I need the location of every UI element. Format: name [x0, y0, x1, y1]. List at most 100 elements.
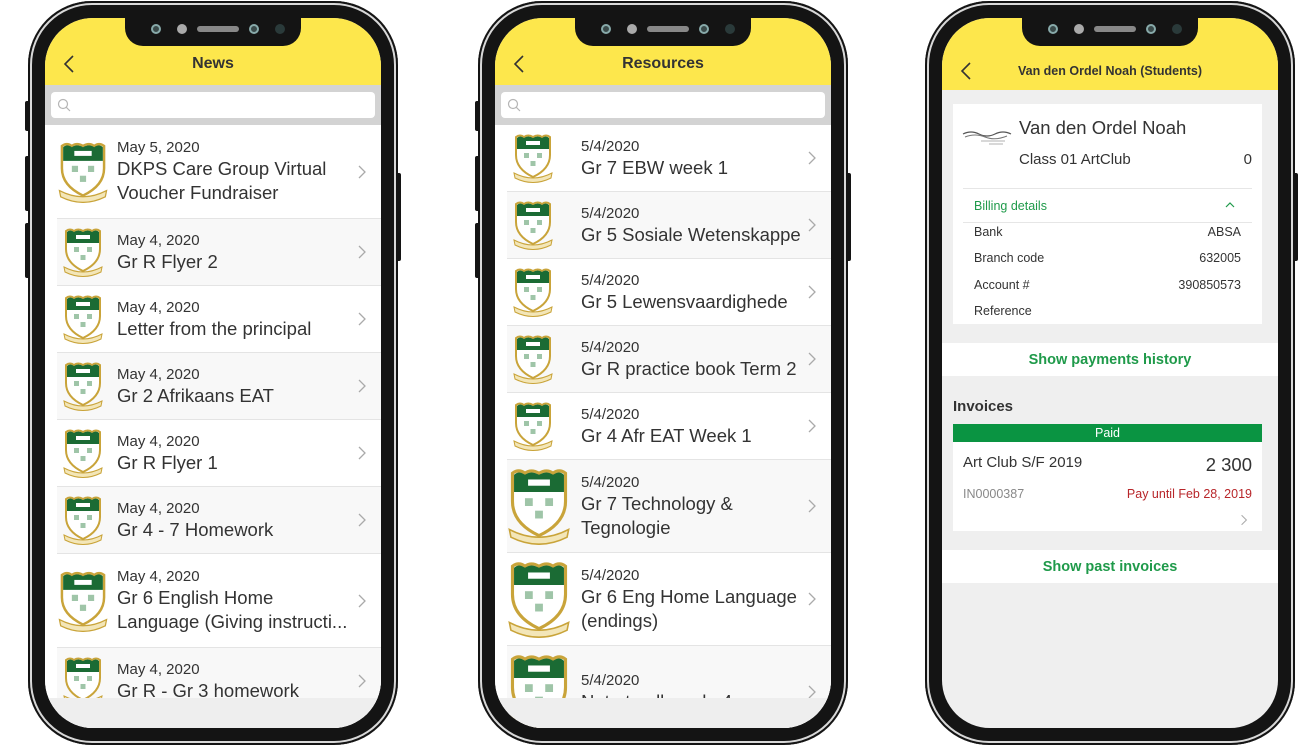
chevron-left-icon — [956, 60, 978, 82]
news-date: May 4, 2020 — [117, 365, 200, 383]
billing-row-branch-code: Branch code 632005 — [974, 251, 1241, 265]
power-button — [1293, 173, 1298, 261]
page-title: Resources — [622, 55, 704, 72]
resource-title: Gr 5 Lewensvaardighede — [581, 290, 788, 312]
billing-value: 632005 — [1199, 251, 1241, 265]
phone-student: Van den Ordel Noah (Students) Van den Or… — [925, 1, 1298, 745]
screen-student: Van den Ordel Noah (Students) Van den Or… — [942, 18, 1278, 728]
student-count: 0 — [1243, 151, 1252, 168]
billing-label: Account # — [974, 278, 1030, 292]
resource-item[interactable]: 5/4/2020 Gr 7 EBW week 1 — [507, 125, 831, 192]
news-item[interactable]: May 4, 2020 Gr 2 Afrikaans EAT — [57, 353, 381, 420]
chevron-left-icon — [59, 53, 81, 75]
billing-details-toggle[interactable]: Billing details — [974, 199, 1047, 213]
resource-date: 5/4/2020 — [581, 566, 640, 584]
school-crest-icon — [507, 467, 571, 545]
resource-item[interactable]: 5/4/2020 Gr 5 Lewensvaardighede — [507, 259, 831, 326]
news-item[interactable]: May 4, 2020 Gr 6 English Home Language (… — [57, 554, 381, 648]
bottom-bar — [45, 698, 381, 728]
volume-down-button — [475, 223, 480, 278]
news-title: Gr R Flyer 1 — [117, 451, 218, 473]
chevron-right-icon — [807, 352, 817, 366]
resource-date: 5/4/2020 — [581, 204, 640, 222]
resource-title: Gr 7 EBW week 1 — [581, 156, 729, 178]
notch — [125, 18, 301, 46]
resource-date: 5/4/2020 — [581, 271, 640, 289]
news-item[interactable]: May 4, 2020 Gr R Flyer 2 — [57, 219, 381, 286]
chevron-right-icon — [357, 513, 367, 527]
school-crest-icon — [507, 200, 559, 250]
invoice-number: IN0000387 — [963, 487, 1025, 501]
chevron-right-icon — [807, 285, 817, 299]
billing-row-bank: Bank ABSA — [974, 225, 1241, 239]
search-input[interactable] — [51, 92, 375, 118]
back-button[interactable] — [956, 60, 978, 82]
search-bar — [495, 85, 831, 125]
search-input[interactable] — [501, 92, 825, 118]
school-crest-icon — [57, 141, 109, 203]
chevron-right-icon — [807, 499, 817, 513]
resource-item[interactable]: 5/4/2020 Gr R practice book Term 2 — [507, 326, 831, 393]
school-crest-icon — [507, 133, 559, 183]
search-icon — [507, 98, 521, 112]
back-button[interactable] — [509, 53, 531, 75]
divider — [963, 222, 1252, 223]
school-crest-icon — [507, 267, 559, 317]
school-crest-icon — [57, 570, 109, 632]
news-date: May 4, 2020 — [117, 568, 200, 585]
school-crest-icon — [507, 401, 559, 451]
resource-item[interactable]: 5/4/2020 Gr 6 Eng Home Language (endings… — [507, 553, 831, 646]
school-crest-icon — [507, 334, 559, 384]
news-item[interactable]: May 4, 2020 Gr 4 - 7 Homework — [57, 487, 381, 554]
back-button[interactable] — [59, 53, 81, 75]
resource-date: 5/4/2020 — [581, 405, 640, 423]
resource-title: Gr R practice book Term 2 — [581, 357, 797, 379]
news-title: DKPS Care Group Virtual Voucher Fundrais… — [117, 158, 327, 203]
billing-row-reference: Reference — [974, 304, 1241, 318]
resource-item[interactable]: 5/4/2020 Gr 4 Afr EAT Week 1 — [507, 393, 831, 460]
power-button — [396, 173, 401, 261]
invoice-amount: 2 300 — [1205, 454, 1252, 475]
school-crest-icon — [57, 428, 109, 478]
status-badge: Paid — [953, 424, 1262, 442]
volume-up-button — [25, 156, 30, 211]
resource-date: 5/4/2020 — [581, 338, 640, 356]
invoice-card[interactable]: Paid Art Club S/F 2019 2 300 IN0000387 P… — [953, 424, 1262, 531]
search-bar — [45, 85, 381, 125]
school-crest-icon — [507, 560, 571, 638]
resource-date: 5/4/2020 — [581, 671, 640, 689]
school-crest-icon — [57, 294, 109, 344]
billing-value: ABSA — [1207, 225, 1241, 239]
invoice-due-date: Pay until Feb 28, 2019 — [1126, 487, 1252, 501]
show-payments-history-button[interactable]: Show payments history — [942, 343, 1278, 376]
news-date: May 4, 2020 — [117, 231, 200, 249]
student-class: Class 01 ArtClub — [1019, 151, 1131, 168]
school-crest-icon — [57, 227, 109, 277]
news-item[interactable]: May 4, 2020 Letter from the principal — [57, 286, 381, 353]
chevron-right-icon — [1240, 514, 1248, 526]
phone-resources: Resources 5/4/2020 Gr 7 EBW week 1 5/4/2… — [475, 1, 851, 745]
billing-value: 390850573 — [1178, 278, 1241, 292]
chevron-right-icon — [807, 151, 817, 165]
news-title: Gr R Flyer 2 — [117, 250, 218, 272]
news-title: Letter from the principal — [117, 317, 312, 339]
divider — [963, 188, 1252, 189]
screen-resources: Resources 5/4/2020 Gr 7 EBW week 1 5/4/2… — [495, 18, 831, 728]
show-past-invoices-button[interactable]: Show past invoices — [942, 550, 1278, 583]
chevron-right-icon — [357, 312, 367, 326]
chevron-up-icon[interactable] — [1224, 200, 1236, 210]
resource-item[interactable]: 5/4/2020 Gr 5 Sosiale Wetenskappe — [507, 192, 831, 259]
notch — [575, 18, 751, 46]
notch — [1022, 18, 1198, 46]
side-button — [475, 101, 480, 131]
resource-item[interactable]: 5/4/2020 Gr 7 Technology & Tegnologie — [507, 460, 831, 553]
bottom-bar — [495, 698, 831, 728]
school-crest-icon — [57, 361, 109, 411]
chevron-right-icon — [807, 218, 817, 232]
resource-date: 5/4/2020 — [581, 137, 640, 155]
news-item[interactable]: May 5, 2020 DKPS Care Group Virtual Vouc… — [57, 125, 381, 219]
news-item[interactable]: May 4, 2020 Gr R Flyer 1 — [57, 420, 381, 487]
chevron-right-icon — [807, 685, 817, 699]
invoice-name: Art Club S/F 2019 — [963, 454, 1083, 471]
resources-list: 5/4/2020 Gr 7 EBW week 1 5/4/2020 Gr 5 S… — [495, 125, 831, 728]
